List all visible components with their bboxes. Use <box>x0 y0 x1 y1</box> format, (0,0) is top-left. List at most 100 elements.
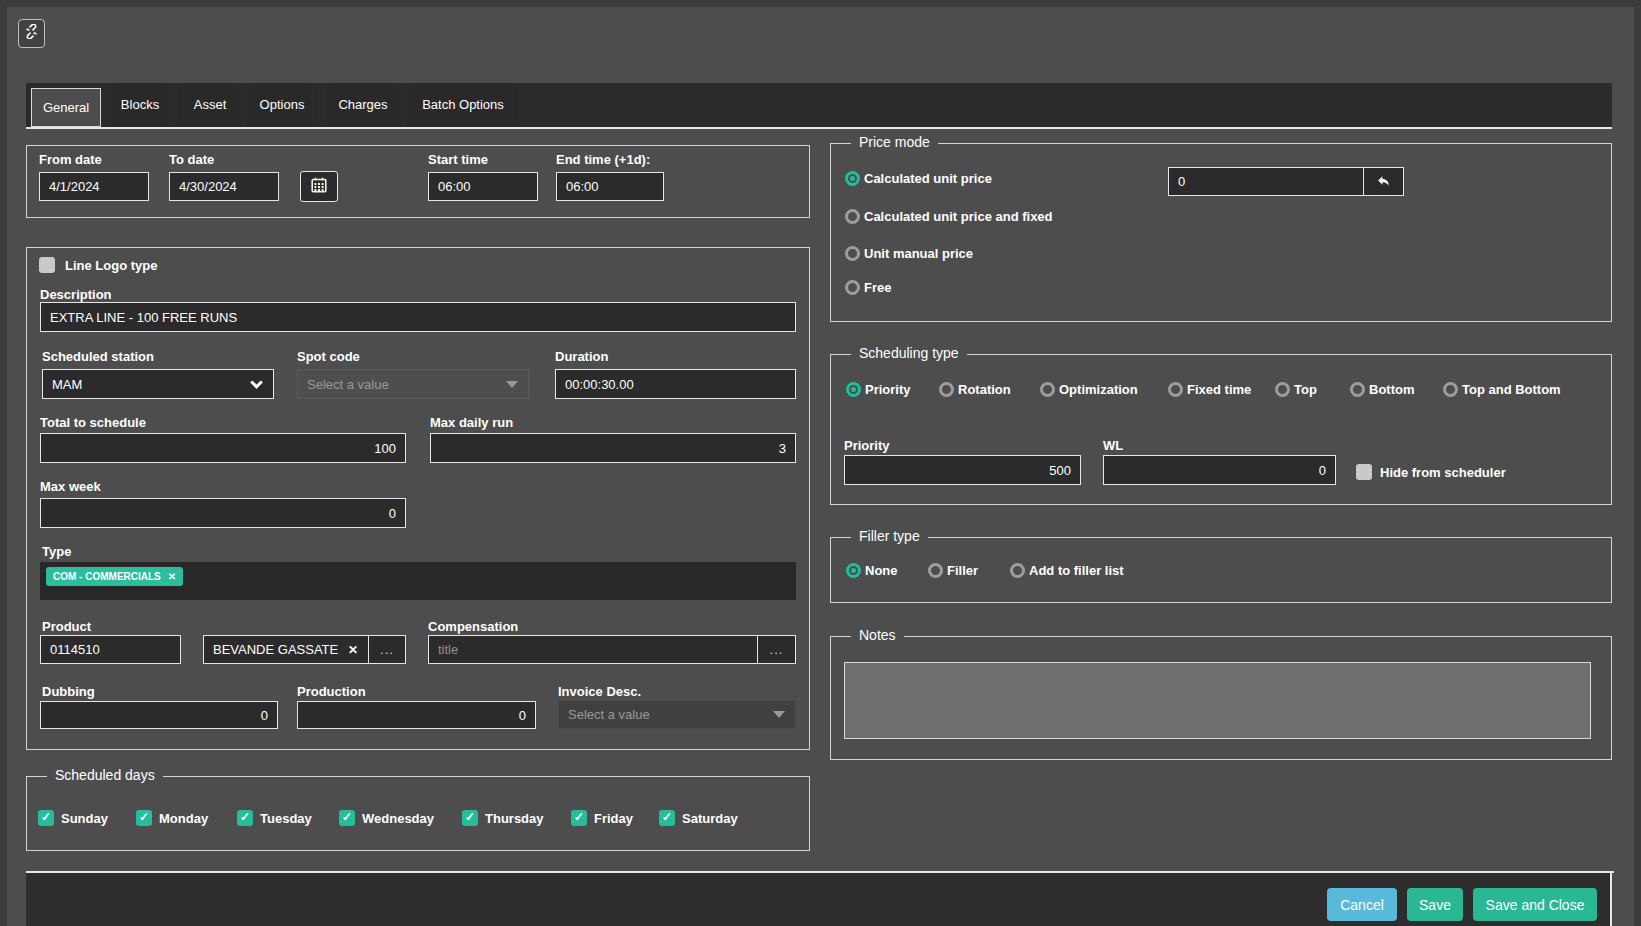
tab-charges[interactable]: Charges <box>325 83 401 127</box>
spot-code-label: Spot code <box>297 349 360 364</box>
chevron-down-icon <box>773 711 785 718</box>
wl-label: WL <box>1103 438 1123 453</box>
price-input[interactable] <box>1169 168 1363 195</box>
radio-optimization[interactable] <box>1040 382 1055 397</box>
day-saturday[interactable]: Saturday <box>659 810 738 826</box>
product-browse-button[interactable]: ... <box>368 636 405 663</box>
thursday-checkbox[interactable] <box>462 810 478 826</box>
station-select[interactable]: MAM <box>42 369 274 399</box>
type-field[interactable]: COM - COMMERCIALS ✕ <box>40 562 796 600</box>
dubbing-input[interactable] <box>40 701 278 729</box>
price-option-free[interactable]: Free <box>845 280 891 295</box>
wednesday-checkbox[interactable] <box>339 810 355 826</box>
to-date-input[interactable] <box>169 172 279 201</box>
radio-rotation[interactable] <box>939 382 954 397</box>
remove-tag-icon[interactable]: ✕ <box>168 571 176 582</box>
calendar-icon <box>311 177 327 197</box>
sched-option-bottom[interactable]: Bottom <box>1350 382 1433 397</box>
tab-general[interactable]: General <box>31 88 101 127</box>
tab-asset[interactable]: Asset <box>178 83 242 127</box>
line-logo-label: Line Logo type <box>65 258 157 273</box>
cancel-button[interactable]: Cancel <box>1327 888 1397 921</box>
filler-option-add-to-list[interactable]: Add to filler list <box>1010 563 1124 578</box>
tuesday-checkbox[interactable] <box>237 810 253 826</box>
save-button[interactable]: Save <box>1407 888 1463 921</box>
description-input[interactable] <box>40 302 796 332</box>
compensation-input[interactable] <box>429 636 757 663</box>
radio-top-and-bottom[interactable] <box>1443 382 1458 397</box>
sched-option-rotation[interactable]: Rotation <box>939 382 1030 397</box>
monday-checkbox[interactable] <box>136 810 152 826</box>
price-option-calculated[interactable]: Calculated unit price <box>845 171 992 186</box>
tab-batch-options[interactable]: Batch Options <box>407 83 519 127</box>
sunday-checkbox[interactable] <box>38 810 54 826</box>
notes-fieldset: Notes <box>830 636 1612 760</box>
dubbing-label: Dubbing <box>42 684 95 699</box>
filler-option-filler[interactable]: Filler <box>928 563 1000 578</box>
end-time-input[interactable] <box>556 172 664 201</box>
unlink-button[interactable] <box>18 19 45 48</box>
radio-bottom[interactable] <box>1350 382 1365 397</box>
station-value: MAM <box>43 377 252 392</box>
duration-input[interactable] <box>555 369 796 399</box>
radio-calculated-unit-price[interactable] <box>845 171 860 186</box>
saturday-checkbox[interactable] <box>659 810 675 826</box>
spot-code-select[interactable]: Select a value <box>297 369 529 399</box>
sched-option-top[interactable]: Top <box>1275 382 1340 397</box>
product-label: Product <box>42 619 91 634</box>
sched-option-priority[interactable]: Priority <box>846 382 929 397</box>
priority-input[interactable] <box>844 455 1081 485</box>
from-date-input[interactable] <box>39 172 149 201</box>
clear-product-icon[interactable]: ✕ <box>348 636 358 663</box>
notes-textarea[interactable] <box>844 662 1591 739</box>
tab-underline <box>26 127 1612 129</box>
day-sunday[interactable]: Sunday <box>38 810 108 826</box>
price-undo-button[interactable] <box>1363 168 1403 195</box>
radio-filler[interactable] <box>928 563 943 578</box>
radio-calculated-fixed[interactable] <box>845 209 860 224</box>
day-tuesday[interactable]: Tuesday <box>237 810 312 826</box>
priority-label: Priority <box>844 438 890 453</box>
radio-fixed-time[interactable] <box>1168 382 1183 397</box>
sched-option-optimization[interactable]: Optimization <box>1040 382 1158 397</box>
max-week-input[interactable] <box>40 498 406 528</box>
filler-option-none[interactable]: None <box>846 563 918 578</box>
save-and-close-button[interactable]: Save and Close <box>1473 888 1597 921</box>
calendar-button[interactable] <box>300 171 338 202</box>
invoice-desc-select[interactable]: Select a value <box>558 700 796 729</box>
price-option-unit-manual[interactable]: Unit manual price <box>845 246 973 261</box>
tab-blocks[interactable]: Blocks <box>108 83 172 127</box>
type-tag[interactable]: COM - COMMERCIALS ✕ <box>46 567 183 586</box>
day-wednesday[interactable]: Wednesday <box>339 810 434 826</box>
wl-input[interactable] <box>1103 455 1336 485</box>
chevron-down-icon <box>250 376 263 389</box>
production-input[interactable] <box>297 701 536 729</box>
filler-type-fieldset: Filler type None Filler Add to filler li… <box>830 537 1612 603</box>
line-logo-checkbox[interactable] <box>39 257 55 273</box>
sched-option-top-and-bottom[interactable]: Top and Bottom <box>1443 382 1561 397</box>
max-daily-input[interactable] <box>430 433 796 463</box>
radio-add-to-filler-list[interactable] <box>1010 563 1025 578</box>
radio-unit-manual[interactable] <box>845 246 860 261</box>
scheduled-days-fieldset: Scheduled days Sunday Monday Tuesday Wed… <box>26 776 810 851</box>
end-time-label: End time (+1d): <box>556 152 650 167</box>
radio-top[interactable] <box>1275 382 1290 397</box>
price-option-calculated-fixed[interactable]: Calculated unit price and fixed <box>845 209 1053 224</box>
day-monday[interactable]: Monday <box>136 810 208 826</box>
radio-free[interactable] <box>845 280 860 295</box>
radio-none[interactable] <box>846 563 861 578</box>
radio-priority[interactable] <box>846 382 861 397</box>
friday-checkbox[interactable] <box>571 810 587 826</box>
start-time-input[interactable] <box>428 172 538 201</box>
general-box: Line Logo type Description Scheduled sta… <box>26 247 810 750</box>
tab-options[interactable]: Options <box>247 83 317 127</box>
day-friday[interactable]: Friday <box>571 810 633 826</box>
dates-box: From date To date Start time End time (+… <box>26 145 810 218</box>
day-thursday[interactable]: Thursday <box>462 810 544 826</box>
type-tag-label: COM - COMMERCIALS <box>53 571 161 582</box>
total-input[interactable] <box>40 433 406 463</box>
hide-from-scheduler-checkbox[interactable] <box>1356 464 1372 480</box>
compensation-browse-button[interactable]: ... <box>757 636 795 663</box>
sched-option-fixed-time[interactable]: Fixed time <box>1168 382 1265 397</box>
product-code-input[interactable] <box>40 635 181 664</box>
